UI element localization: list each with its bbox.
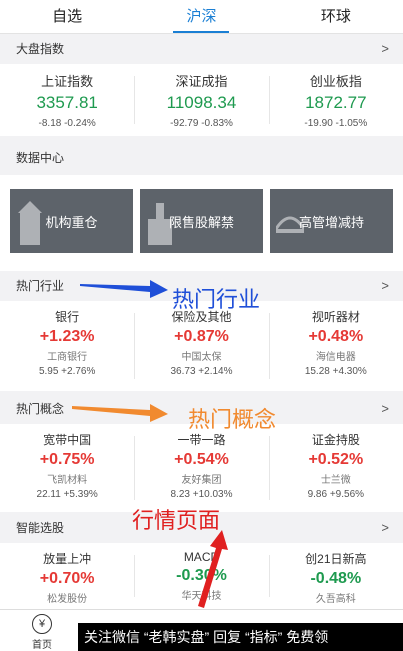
building-icon (18, 201, 42, 245)
leading-stock: 中国太保 (181, 352, 222, 363)
annotation-market-page: 行情页面 (132, 509, 221, 534)
strategy-card[interactable]: 放量上冲 +0.70% 松发股份 (0, 543, 134, 609)
card-executive-trades[interactable]: 高管增减持 (270, 189, 393, 253)
leading-stock-quote: 36.73 +2.14% (170, 366, 233, 377)
leading-stock-quote: 22.11 +5.39% (36, 489, 98, 500)
index-row: 上证指数 3357.81 -8.18 -0.24% 深证成指 11098.34 … (0, 64, 403, 136)
industry-card[interactable]: 银行 +1.23% 工商银行 5.95 +2.76% (0, 301, 134, 391)
industry-pct: +0.87% (174, 328, 229, 345)
strategy-pct: -0.48% (310, 570, 362, 587)
strategy-stock: 久吾高科 (315, 594, 356, 605)
strategy-name: 放量上冲 (43, 552, 92, 566)
section-index-header[interactable]: 大盘指数 > (0, 34, 403, 64)
chevron-right-icon: > (381, 278, 389, 293)
card-label: 机构重仓 (45, 214, 98, 230)
concept-pct: +0.54% (174, 451, 229, 468)
smart-pick-row: 放量上冲 +0.70% 松发股份 MACD -0.30% 华天科技 创21日新高… (0, 543, 403, 609)
index-value: 1872.77 (305, 93, 367, 112)
nav-home[interactable]: ¥ 首页 (22, 614, 62, 651)
leading-stock: 友好集团 (181, 475, 222, 486)
strategy-name: 创21日新高 (305, 552, 367, 566)
index-card[interactable]: 上证指数 3357.81 -8.18 -0.24% (0, 64, 134, 136)
industry-card[interactable]: 保险及其他 +0.87% 中国太保 36.73 +2.14% (134, 301, 268, 391)
strategy-pct: -0.30% (176, 567, 227, 584)
index-change: -92.79 -0.83% (170, 118, 233, 129)
card-institutional-holdings[interactable]: 机构重仓 (10, 189, 133, 253)
leading-stock: 海信电器 (315, 352, 356, 363)
hot-industry-row: 银行 +1.23% 工商银行 5.95 +2.76% 保险及其他 +0.87% … (0, 301, 403, 391)
chevron-right-icon: > (381, 520, 389, 535)
promo-watermark: 关注微信 “老韩实盘” 回复 “指标” 免费领 (78, 623, 403, 651)
index-value: 11098.34 (166, 93, 237, 112)
card-label: 高管增减持 (298, 214, 364, 230)
leading-stock: 士兰微 (320, 475, 351, 486)
tab-a-shares[interactable]: 沪深 (134, 0, 268, 33)
concept-name: 宽带中国 (43, 433, 92, 447)
section-title: 数据中心 (16, 151, 65, 165)
section-title: 智能选股 (16, 521, 65, 535)
strategy-pct: +0.70% (39, 570, 95, 587)
concept-card[interactable]: 宽带中国 +0.75% 飞凯材料 22.11 +5.39% (0, 424, 134, 512)
strategy-name: MACD (183, 550, 220, 564)
index-change: -19.90 -1.05% (304, 118, 368, 129)
yen-icon: ¥ (32, 614, 52, 634)
tab-watchlist[interactable]: 自选 (0, 0, 134, 33)
index-change: -8.18 -0.24% (38, 118, 96, 129)
industry-pct: +0.48% (308, 328, 364, 345)
index-name: 创业板指 (309, 74, 362, 89)
nav-home-label: 首页 (32, 640, 52, 651)
leading-stock: 飞凯材料 (47, 475, 88, 486)
section-title: 大盘指数 (16, 42, 65, 56)
industry-name: 视听器材 (311, 310, 360, 324)
market-tabs: 自选 沪深 环球 (0, 0, 403, 34)
concept-pct: +0.52% (308, 451, 364, 468)
index-card[interactable]: 深证成指 11098.34 -92.79 -0.83% (134, 64, 268, 136)
chevron-right-icon: > (381, 401, 389, 416)
card-lockup-expiry[interactable]: 限售股解禁 (140, 189, 263, 253)
leading-stock-quote: 5.95 +2.76% (38, 366, 96, 377)
card-label: 限售股解禁 (168, 214, 234, 230)
chevron-right-icon: > (381, 41, 389, 56)
data-center-cards: 机构重仓 限售股解禁 高管增减持 (0, 175, 403, 271)
concept-card[interactable]: 一带一路 +0.54% 友好集团 8.23 +10.03% (134, 424, 268, 512)
index-name: 深证成指 (175, 74, 228, 89)
index-name: 上证指数 (41, 74, 94, 89)
leading-stock: 工商银行 (47, 352, 88, 363)
section-data-center-header: 数据中心 (0, 142, 403, 175)
section-title: 热门概念 (16, 402, 65, 416)
leading-stock-quote: 15.28 +4.30% (304, 366, 367, 377)
industry-card[interactable]: 视听器材 +0.48% 海信电器 15.28 +4.30% (268, 301, 403, 391)
strategy-stock: 华天科技 (181, 591, 222, 602)
strategy-card[interactable]: 创21日新高 -0.48% 久吾高科 (268, 543, 403, 609)
section-title: 热门行业 (16, 279, 65, 293)
industry-pct: +1.23% (39, 328, 95, 345)
strategy-card[interactable]: MACD -0.30% 华天科技 (134, 543, 268, 609)
index-card[interactable]: 创业板指 1872.77 -19.90 -1.05% (268, 64, 403, 136)
tab-global[interactable]: 环球 (269, 0, 403, 33)
hot-concept-row: 宽带中国 +0.75% 飞凯材料 22.11 +5.39% 一带一路 +0.54… (0, 424, 403, 512)
annotation-hot-concept: 热门概念 (188, 408, 277, 433)
concept-pct: +0.75% (39, 451, 95, 468)
industry-name: 银行 (55, 310, 80, 324)
annotation-hot-industry: 热门行业 (172, 288, 261, 313)
concept-name: 证金持股 (311, 433, 360, 447)
index-value: 3357.81 (36, 93, 98, 112)
leading-stock-quote: 9.86 +9.56% (307, 489, 365, 500)
strategy-stock: 松发股份 (47, 594, 88, 605)
concept-card[interactable]: 证金持股 +0.52% 士兰微 9.86 +9.56% (268, 424, 403, 512)
leading-stock-quote: 8.23 +10.03% (170, 489, 233, 500)
